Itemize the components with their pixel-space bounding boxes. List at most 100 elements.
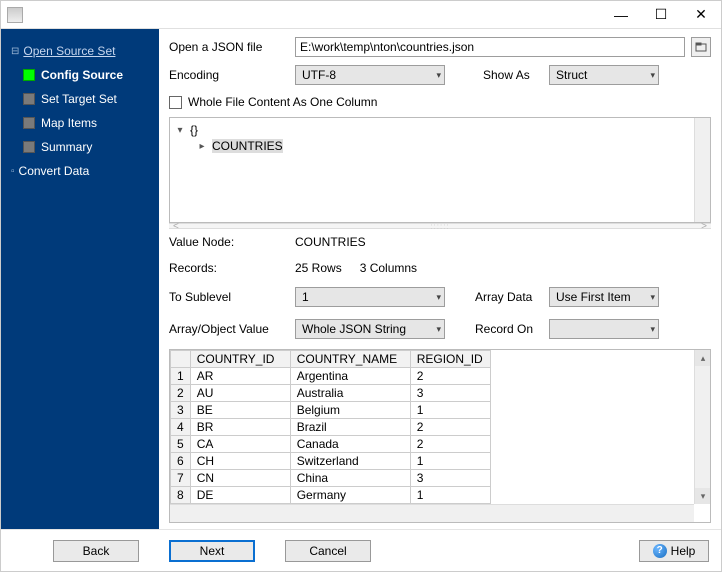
app-window: — ☐ ✕ ⊟ Open Source Set Config Source Se… bbox=[0, 0, 722, 572]
tree-child-node[interactable]: ▸ COUNTRIES bbox=[174, 138, 706, 154]
tree-connector-icon: ▫ bbox=[11, 166, 15, 177]
step-icon bbox=[23, 141, 35, 153]
data-preview-table[interactable]: COUNTRY_IDCOUNTRY_NAMEREGION_ID1ARArgent… bbox=[170, 350, 491, 504]
table-cell[interactable]: 1 bbox=[410, 453, 490, 470]
column-header[interactable]: REGION_ID bbox=[410, 351, 490, 368]
back-button[interactable]: Back bbox=[53, 540, 139, 562]
sidebar-item-config-source[interactable]: Config Source bbox=[1, 63, 159, 87]
value-node-label: Value Node: bbox=[169, 235, 289, 249]
scroll-up-icon[interactable]: ▴ bbox=[695, 350, 711, 366]
chevron-down-icon: ▾ bbox=[436, 292, 441, 303]
step-icon bbox=[23, 93, 35, 105]
showas-select[interactable]: Struct ▾ bbox=[549, 65, 659, 85]
app-icon bbox=[7, 7, 23, 23]
chevron-down-icon: ▾ bbox=[650, 292, 655, 303]
table-vertical-scrollbar[interactable]: ▴ ▾ bbox=[694, 350, 710, 504]
sidebar-item-convert-data[interactable]: ▫ Convert Data bbox=[1, 159, 159, 183]
column-header[interactable]: COUNTRY_NAME bbox=[290, 351, 410, 368]
table-cell[interactable]: AU bbox=[190, 385, 290, 402]
tree-node-label: COUNTRIES bbox=[212, 139, 283, 153]
table-cell[interactable]: 3 bbox=[410, 385, 490, 402]
sidebar-item-set-target-set[interactable]: Set Target Set bbox=[1, 87, 159, 111]
column-header[interactable]: COUNTRY_ID bbox=[190, 351, 290, 368]
arraydata-value: Use First Item bbox=[556, 290, 631, 304]
whole-file-checkbox-label: Whole File Content As One Column bbox=[188, 95, 377, 109]
sidebar-item-label: Config Source bbox=[41, 68, 123, 82]
recordon-label: Record On bbox=[475, 322, 543, 336]
sidebar-item-label: Map Items bbox=[41, 116, 97, 130]
row-number: 4 bbox=[171, 419, 191, 436]
encoding-select[interactable]: UTF-8 ▾ bbox=[295, 65, 445, 85]
collapse-icon[interactable]: ▾ bbox=[174, 125, 186, 136]
table-row[interactable]: 2AUAustralia3 bbox=[171, 385, 491, 402]
sidebar-item-map-items[interactable]: Map Items bbox=[1, 111, 159, 135]
scroll-down-icon[interactable]: ▾ bbox=[695, 488, 711, 504]
sublevel-select[interactable]: 1 ▾ bbox=[295, 287, 445, 307]
table-horizontal-scrollbar[interactable] bbox=[170, 504, 694, 522]
sidebar-item-summary[interactable]: Summary bbox=[1, 135, 159, 159]
json-tree-panel: ▾ {} ▸ COUNTRIES bbox=[169, 117, 711, 223]
table-cell[interactable]: China bbox=[290, 470, 410, 487]
arraydata-label: Array Data bbox=[475, 290, 543, 304]
table-cell[interactable]: CA bbox=[190, 436, 290, 453]
recordon-select[interactable]: ▾ bbox=[549, 319, 659, 339]
file-path-input[interactable] bbox=[295, 37, 685, 57]
sidebar: ⊟ Open Source Set Config Source Set Targ… bbox=[1, 29, 159, 529]
table-cell[interactable]: Australia bbox=[290, 385, 410, 402]
table-cell[interactable]: 3 bbox=[410, 470, 490, 487]
table-cell[interactable]: Germany bbox=[290, 487, 410, 504]
expand-icon[interactable]: ▸ bbox=[196, 141, 208, 152]
table-cell[interactable]: CH bbox=[190, 453, 290, 470]
records-label: Records: bbox=[169, 261, 289, 275]
sublevel-label: To Sublevel bbox=[169, 290, 289, 304]
window-maximize-button[interactable]: ☐ bbox=[641, 1, 681, 29]
chevron-down-icon: ▾ bbox=[436, 70, 441, 81]
window-minimize-button[interactable]: — bbox=[601, 1, 641, 29]
table-row[interactable]: 7CNChina3 bbox=[171, 470, 491, 487]
showas-value: Struct bbox=[556, 68, 587, 82]
tree-vertical-scrollbar[interactable] bbox=[694, 118, 710, 222]
horizontal-splitter[interactable]: < :::::: > bbox=[169, 223, 711, 229]
table-cell[interactable]: Belgium bbox=[290, 402, 410, 419]
table-row[interactable]: 3BEBelgium1 bbox=[171, 402, 491, 419]
sidebar-item-label: Summary bbox=[41, 140, 92, 154]
records-rows: 25 Rows bbox=[295, 261, 342, 275]
whole-file-checkbox[interactable] bbox=[169, 96, 182, 109]
table-cell[interactable]: AR bbox=[190, 368, 290, 385]
table-cell[interactable]: BR bbox=[190, 419, 290, 436]
row-number: 5 bbox=[171, 436, 191, 453]
table-cell[interactable]: Argentina bbox=[290, 368, 410, 385]
table-cell[interactable]: 2 bbox=[410, 368, 490, 385]
next-button[interactable]: Next bbox=[169, 540, 255, 562]
titlebar: — ☐ ✕ bbox=[1, 1, 721, 29]
sidebar-item-label[interactable]: Open Source Set bbox=[23, 44, 115, 58]
arraydata-select[interactable]: Use First Item ▾ bbox=[549, 287, 659, 307]
tree-root-node[interactable]: ▾ {} bbox=[174, 122, 706, 138]
table-row[interactable]: 8DEGermany1 bbox=[171, 487, 491, 504]
table-cell[interactable]: 1 bbox=[410, 487, 490, 504]
table-row[interactable]: 6CHSwitzerland1 bbox=[171, 453, 491, 470]
table-cell[interactable]: Switzerland bbox=[290, 453, 410, 470]
table-cell[interactable]: Brazil bbox=[290, 419, 410, 436]
table-cell[interactable]: 1 bbox=[410, 402, 490, 419]
sidebar-item-open-source-set[interactable]: ⊟ Open Source Set bbox=[1, 39, 159, 63]
row-number: 3 bbox=[171, 402, 191, 419]
cancel-button[interactable]: Cancel bbox=[285, 540, 371, 562]
table-cell[interactable]: 2 bbox=[410, 419, 490, 436]
table-cell[interactable]: DE bbox=[190, 487, 290, 504]
window-close-button[interactable]: ✕ bbox=[681, 1, 721, 29]
browse-file-button[interactable] bbox=[691, 37, 711, 57]
table-row[interactable]: 1ARArgentina2 bbox=[171, 368, 491, 385]
wizard-button-bar: Back Next Cancel ? Help bbox=[1, 529, 721, 571]
table-cell[interactable]: Canada bbox=[290, 436, 410, 453]
table-cell[interactable]: CN bbox=[190, 470, 290, 487]
objvalue-select[interactable]: Whole JSON String ▾ bbox=[295, 319, 445, 339]
help-button[interactable]: ? Help bbox=[639, 540, 709, 562]
value-node-value: COUNTRIES bbox=[295, 235, 366, 249]
table-row[interactable]: 4BRBrazil2 bbox=[171, 419, 491, 436]
main-panel: Open a JSON file Encoding UTF-8 ▾ Show A… bbox=[159, 29, 721, 529]
table-cell[interactable]: 2 bbox=[410, 436, 490, 453]
table-row[interactable]: 5CACanada2 bbox=[171, 436, 491, 453]
table-cell[interactable]: BE bbox=[190, 402, 290, 419]
tree-node-label: {} bbox=[190, 123, 198, 137]
